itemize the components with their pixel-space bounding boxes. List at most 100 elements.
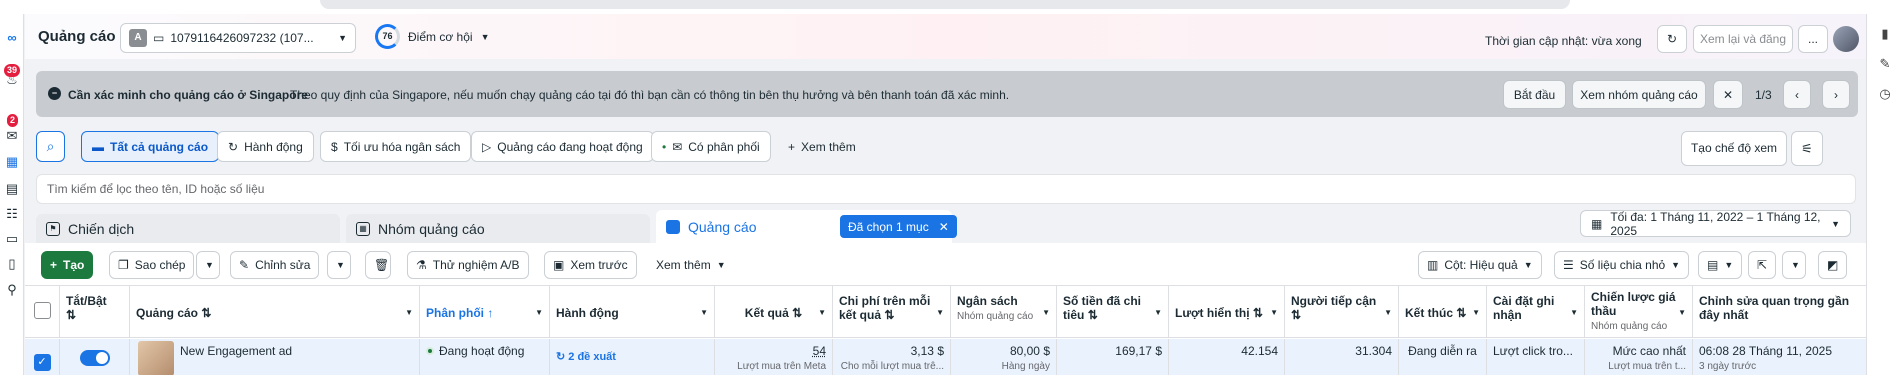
header-label: Kết thúc xyxy=(1405,306,1453,320)
filter-tab-active-ads[interactable]: ▷ Quảng cáo đang hoạt động xyxy=(471,131,654,162)
reports-button[interactable]: ▤ ▼ xyxy=(1698,251,1743,279)
header-cost-per-result[interactable]: Chi phí trên mỗi kết quả ⇅ ▼ xyxy=(833,286,951,338)
billing-icon[interactable]: ▭ xyxy=(2,229,22,249)
account-badge: A xyxy=(129,29,147,47)
chevron-down-icon: ▼ xyxy=(535,308,543,317)
events-icon[interactable]: ▯ xyxy=(2,254,22,274)
select-all-checkbox[interactable] xyxy=(33,302,51,319)
review-publish-button[interactable]: Xem lại và đăng xyxy=(1693,25,1793,53)
see-more-button[interactable]: Xem thêm ▼ xyxy=(656,258,726,272)
more-button[interactable]: ... xyxy=(1798,25,1828,53)
row-checkbox[interactable]: ✓ xyxy=(33,354,51,371)
row-impressions-cell: 42.154 xyxy=(1169,339,1285,375)
address-bar[interactable] xyxy=(320,0,1570,9)
ab-test-button[interactable]: ⚗ Thử nghiệm A/B xyxy=(407,251,529,279)
row-select[interactable]: ✓ xyxy=(25,339,60,375)
header-actions[interactable]: Hành động ▼ xyxy=(550,286,715,338)
header: Quảng cáo A ▭ 1079116426097232 (107... ▼… xyxy=(25,14,1866,59)
search-button[interactable]: ⌕ xyxy=(36,131,65,162)
header-attribution[interactable]: Cài đặt ghi nhận ▼ xyxy=(1487,286,1585,338)
duplicate-dropdown[interactable]: ▼ xyxy=(196,251,220,279)
avatar[interactable] xyxy=(1833,26,1859,52)
right-rail: ▮ ✎ ◷ xyxy=(1866,14,1902,375)
clock-icon[interactable]: ◷ xyxy=(1877,86,1893,102)
tab-adsets[interactable]: ▦ Nhóm quảng cáo xyxy=(346,214,650,243)
header-sub: Nhóm quảng cáo xyxy=(1591,321,1668,332)
header-budget[interactable]: Ngân sách Nhóm quảng cáo ▼ xyxy=(951,286,1057,338)
delete-button[interactable]: 🗑 xyxy=(365,251,391,279)
sort-icon: ⇅ xyxy=(1087,308,1098,322)
meta-logo-icon[interactable]: ∞ xyxy=(2,28,22,48)
close-button[interactable]: ✕ xyxy=(1713,80,1743,109)
preview-button[interactable]: ▣ Xem trước xyxy=(544,251,637,279)
chevron-down-icon: ▼ xyxy=(700,308,708,317)
view-adset-button[interactable]: Xem nhóm quảng cáo xyxy=(1572,80,1706,109)
filter-tab-delivery[interactable]: • ✉ Có phân phối xyxy=(651,131,771,162)
opportunity-score[interactable]: 76 Điểm cơ hội ▼ xyxy=(375,24,489,49)
ads-manager-icon[interactable]: ▦ xyxy=(2,152,22,172)
chart-icon[interactable]: ▮ xyxy=(1877,26,1893,42)
header-toggle[interactable]: Tắt/Bật ⇅ xyxy=(60,286,130,338)
selected-chip[interactable]: Đã chọn 1 mục ✕ xyxy=(840,215,957,238)
results-value[interactable]: 54 xyxy=(813,344,826,358)
create-button[interactable]: + Tạo xyxy=(41,251,94,279)
header-label: Phân phối xyxy=(426,306,484,320)
duplicate-button[interactable]: ❐ Sao chép xyxy=(109,251,195,279)
recommendations-link[interactable]: ↻ 2 đề xuất xyxy=(556,351,616,363)
selected-chip-label: Đã chọn 1 mục xyxy=(848,219,929,234)
account-selector[interactable]: A ▭ 1079116426097232 (107... ▼ xyxy=(120,23,356,53)
ad-toggle[interactable] xyxy=(79,350,110,366)
header-label: Tắt/Bật xyxy=(66,294,107,308)
filter-tab-actions[interactable]: ↻ Hành động xyxy=(217,131,314,162)
header-ad[interactable]: Quảng cáo ⇅ ▼ xyxy=(130,286,420,338)
columns-button[interactable]: ▥ Cột: Hiệu quả ▼ xyxy=(1418,251,1542,279)
create-view-button[interactable]: Tạo chế độ xem xyxy=(1681,131,1787,166)
header-label: Kết quả xyxy=(744,306,789,320)
filter-tab-all-ads[interactable]: ▬ Tất cả quảng cáo xyxy=(81,131,220,162)
next-button[interactable]: › xyxy=(1822,80,1850,109)
pencil-icon[interactable]: ✎ xyxy=(1877,56,1893,72)
charts-button[interactable]: ◩ xyxy=(1818,251,1848,279)
account-tree-icon[interactable]: ⚲ xyxy=(2,280,22,300)
header-results[interactable]: Kết quả ⇅ ▼ xyxy=(715,286,833,338)
table-row[interactable]: ✓ New Engagement ad Đang hoạt động ↻ 2 đ… xyxy=(25,339,1866,375)
chevron-down-icon: ▼ xyxy=(1570,308,1578,317)
date-range-picker[interactable]: ▦ Tối đa: 1 Tháng 11, 2022 – 1 Tháng 12, … xyxy=(1580,210,1851,238)
header-ends[interactable]: Kết thúc ⇅ ▼ xyxy=(1399,286,1487,338)
ad-icon xyxy=(666,219,680,234)
edit-button[interactable]: ✎ Chỉnh sửa xyxy=(230,251,320,279)
account-icon: ▭ xyxy=(153,31,165,45)
header-delivery[interactable]: Phân phối ↑ ▼ xyxy=(420,286,550,338)
header-last-edit[interactable]: Chỉnh sửa quan trọng gần đây nhất xyxy=(1693,286,1866,338)
refresh-button[interactable]: ↻ xyxy=(1657,25,1687,53)
messages-icon[interactable]: ✉ xyxy=(2,126,22,146)
filter-tab-budget[interactable]: $ Tối ưu hóa ngân sách xyxy=(320,131,472,162)
header-impressions[interactable]: Lượt hiển thị ⇅ ▼ xyxy=(1169,286,1285,338)
export-button[interactable]: ⇱ xyxy=(1748,251,1777,279)
header-bid-strategy[interactable]: Chiến lược giá thầu Nhóm quảng cáo ▼ xyxy=(1585,286,1693,338)
notifications-badge: 39 xyxy=(4,64,21,77)
header-label: Số tiền đã chi tiêu xyxy=(1063,294,1142,322)
pages-icon[interactable]: ▤ xyxy=(2,179,22,199)
dot-icon: • xyxy=(662,139,667,154)
edit-dropdown[interactable]: ▼ xyxy=(327,251,351,279)
chevron-down-icon: ▼ xyxy=(716,260,726,270)
search-input[interactable]: Tìm kiếm để lọc theo tên, ID hoặc số liệ… xyxy=(36,174,1856,204)
tab-campaigns[interactable]: ⚑ Chiến dịch xyxy=(36,214,340,243)
ad-name[interactable]: New Engagement ad xyxy=(180,344,292,358)
start-button[interactable]: Bắt đầu xyxy=(1503,80,1566,109)
sort-icon: ⇅ xyxy=(66,308,77,322)
breakdown-button[interactable]: ☰ Số liệu chia nhỏ ▼ xyxy=(1554,251,1690,279)
prev-button[interactable]: ‹ xyxy=(1783,80,1811,109)
close-icon[interactable]: ✕ xyxy=(939,220,949,234)
export-dropdown[interactable]: ▼ xyxy=(1782,251,1806,279)
audiences-icon[interactable]: ☷ xyxy=(2,204,22,224)
view-settings-button[interactable]: ⚟ xyxy=(1791,131,1823,166)
header-amount-spent[interactable]: Số tiền đã chi tiêu ⇅ ▼ xyxy=(1057,286,1169,338)
chevron-down-icon: ▼ xyxy=(480,31,490,42)
header-reach[interactable]: Người tiếp cận ⇅ ▼ xyxy=(1285,286,1399,338)
see-more-filters[interactable]: + Xem thêm xyxy=(778,131,866,162)
header-select-all[interactable] xyxy=(25,286,60,338)
search-icon: ⌕ xyxy=(46,138,55,154)
recommendations-label: 2 đề xuất xyxy=(568,351,616,363)
